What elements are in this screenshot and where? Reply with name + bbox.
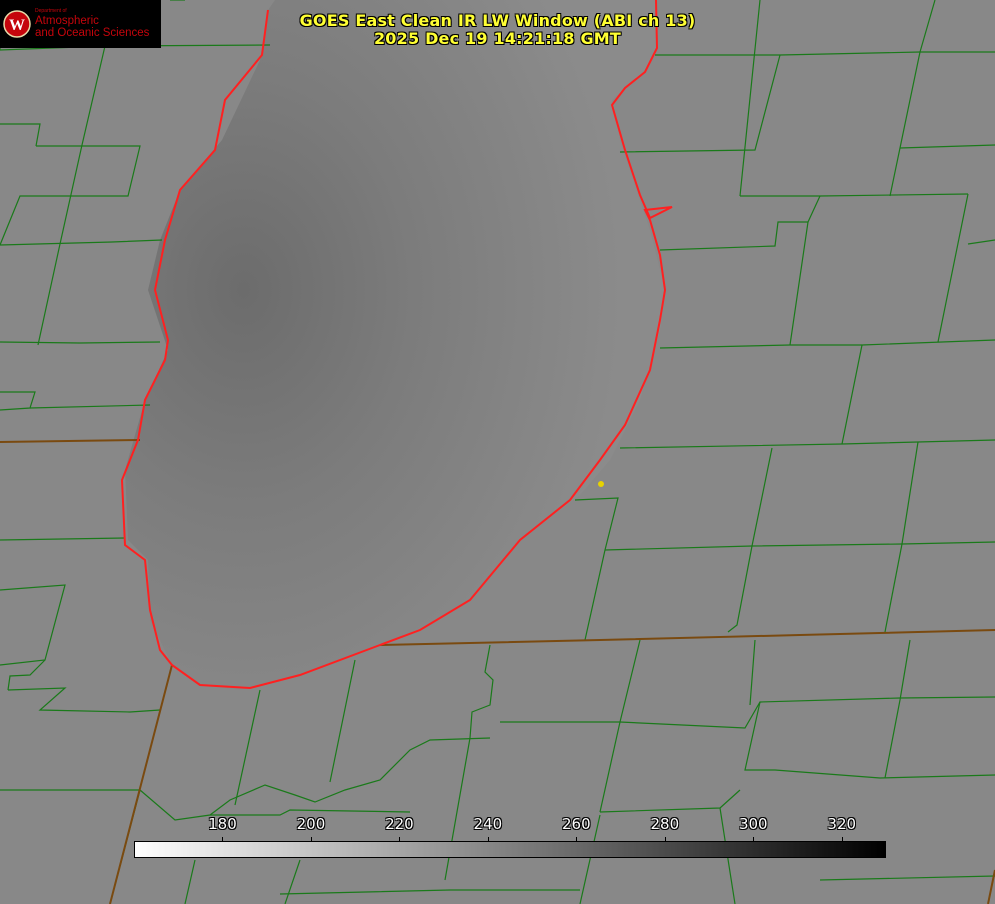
colorbar-tick-mark xyxy=(399,837,401,842)
colorbar-tick-label: 300 xyxy=(738,815,768,833)
image-title: GOES East Clean IR LW Window (ABI ch 13) xyxy=(299,11,696,30)
colorbar-tick-mark xyxy=(310,837,312,842)
colorbar-tick-label: 240 xyxy=(473,815,503,833)
colorbar-tick-label: 280 xyxy=(650,815,680,833)
colorbar-tick-label: 220 xyxy=(385,815,414,833)
image-timestamp: 2025 Dec 19 14:21:18 GMT xyxy=(373,29,622,48)
colorbar-tick-label: 200 xyxy=(296,815,326,833)
colorbar-tick-mark xyxy=(841,837,843,842)
colorbar-tick-mark xyxy=(576,837,578,842)
colorbar-tick-mark xyxy=(222,837,224,842)
colorbar-tick-mark xyxy=(664,837,666,842)
colorbar-tick-label: 180 xyxy=(208,815,237,833)
satellite-image-view: W Department of Atmospheric and Oceanic … xyxy=(0,0,995,904)
colorbar-tick-mark xyxy=(753,837,755,842)
colorbar-tick-label: 260 xyxy=(562,815,591,833)
colorbar-tick-label: 320 xyxy=(827,815,857,833)
surface-station-marker xyxy=(598,481,604,487)
colorbar-tick-mark xyxy=(487,837,489,842)
ir-satellite-map xyxy=(0,0,995,904)
temperature-colorbar xyxy=(134,841,886,858)
